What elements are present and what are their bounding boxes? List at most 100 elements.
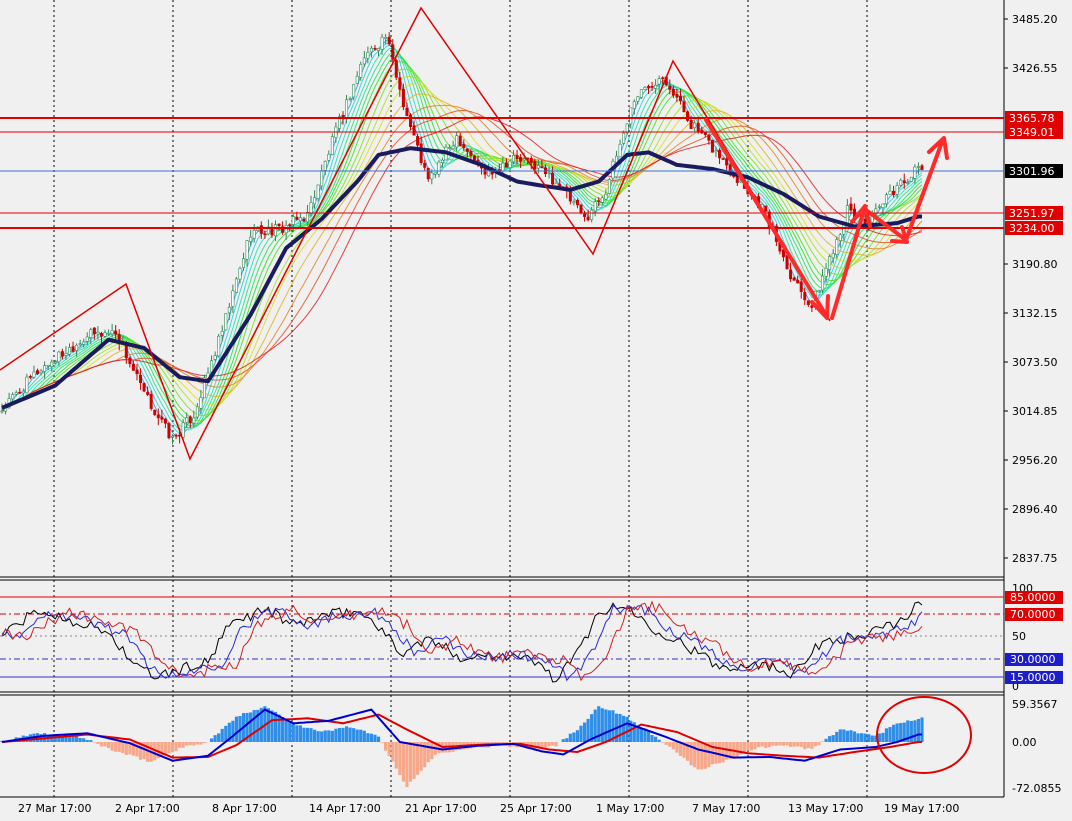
macd-bar	[234, 716, 239, 742]
time-label: 13 May 17:00	[788, 802, 863, 815]
macd-bar	[220, 728, 224, 742]
price-tick: 3073.50	[1012, 356, 1058, 369]
candle-body	[131, 363, 135, 371]
price-tick: 3014.85	[1012, 405, 1058, 418]
candle-body	[387, 36, 391, 45]
macd-bar	[778, 742, 782, 746]
candle-body	[156, 414, 160, 419]
macd-bar	[103, 742, 107, 747]
candle-body	[149, 393, 153, 409]
candle-body	[920, 165, 924, 170]
candle-body	[824, 267, 828, 277]
candle-body	[529, 158, 533, 163]
time-label: 21 Apr 17:00	[405, 802, 477, 815]
candle-body	[373, 47, 377, 50]
candle-body	[185, 417, 189, 423]
candle-body	[60, 351, 64, 357]
candle-body	[906, 182, 910, 184]
price-tick: 3190.80	[1012, 258, 1058, 271]
candle-body	[643, 87, 647, 90]
macd-bar	[99, 742, 104, 747]
candle-body	[448, 147, 452, 149]
macd-bar	[693, 742, 697, 768]
candle-body	[245, 240, 249, 260]
candle-body	[320, 170, 324, 187]
candle-body	[263, 233, 267, 236]
candle-body	[675, 94, 679, 98]
candle-body	[46, 364, 50, 367]
macd-bar	[803, 742, 807, 750]
candle-body	[646, 85, 650, 88]
candle-body	[902, 180, 906, 183]
candle-body	[39, 370, 43, 374]
macd-bar	[703, 742, 707, 769]
candle-body	[110, 330, 114, 335]
candle-body	[821, 275, 825, 291]
time-label: 27 Mar 17:00	[18, 802, 91, 815]
candle-body	[863, 218, 867, 225]
macd-bar	[415, 742, 420, 775]
candle-body	[472, 155, 476, 161]
candle-body	[64, 353, 68, 356]
price-tick: 3132.15	[1012, 307, 1058, 320]
candle-body	[572, 201, 576, 204]
candle-body	[799, 281, 803, 292]
macd-bar	[849, 730, 853, 742]
candle-body	[362, 57, 366, 65]
candle-body	[913, 166, 917, 179]
time-label: 8 Apr 17:00	[212, 802, 277, 815]
macd-bar	[387, 742, 391, 756]
macd-bar	[561, 739, 565, 742]
macd-bar	[884, 728, 889, 742]
candle-body	[849, 203, 853, 211]
macd-bar	[277, 714, 281, 742]
macd-bar	[298, 725, 302, 742]
candle-body	[721, 158, 725, 160]
price-tick: 3485.20	[1012, 13, 1058, 26]
time-label: 14 Apr 17:00	[309, 802, 381, 815]
macd-bar	[792, 742, 796, 747]
trading-chart[interactable]: 3485.20 3426.55 3190.80 3132.15 3073.50 …	[0, 0, 1072, 821]
candle-body	[678, 95, 682, 102]
macd-bar	[838, 729, 842, 742]
candle-body	[316, 184, 320, 199]
candle-body	[604, 193, 608, 200]
candle-body	[103, 332, 107, 337]
macd-bar	[753, 742, 757, 750]
candle-body	[401, 88, 405, 107]
candle-body	[458, 135, 462, 147]
candle-body	[554, 182, 558, 186]
candle-body	[75, 344, 79, 351]
osc-level-tag: 30.0000	[1010, 653, 1056, 666]
candle-body	[579, 204, 583, 213]
candle-body	[877, 206, 881, 208]
macd-bar	[178, 742, 182, 748]
candle-body	[139, 374, 143, 383]
macd-bar	[85, 740, 89, 742]
time-label: 1 May 17:00	[596, 802, 664, 815]
macd-bar	[863, 733, 867, 742]
candle-body	[831, 253, 835, 259]
macd-bar	[771, 742, 775, 746]
macd-bar	[646, 731, 651, 742]
candle-body	[277, 223, 281, 227]
candle-body	[25, 376, 29, 394]
macd-bar	[341, 727, 345, 742]
macd-bar	[412, 742, 416, 779]
macd-bar	[362, 730, 366, 742]
osc-tick: 50	[1012, 630, 1026, 643]
candle-body	[50, 361, 54, 367]
macd-bar	[217, 733, 221, 742]
candle-body	[547, 172, 551, 174]
candle-body	[234, 278, 238, 293]
candle-body	[355, 75, 359, 84]
macd-bar	[373, 734, 377, 742]
candle-body	[284, 224, 288, 234]
macd-bar	[657, 739, 661, 742]
macd-bar	[796, 742, 800, 747]
macd-bar	[565, 738, 569, 742]
candle-body	[18, 391, 22, 394]
candle-body	[916, 166, 920, 168]
candle-body	[785, 255, 789, 270]
candle-body	[359, 64, 363, 78]
